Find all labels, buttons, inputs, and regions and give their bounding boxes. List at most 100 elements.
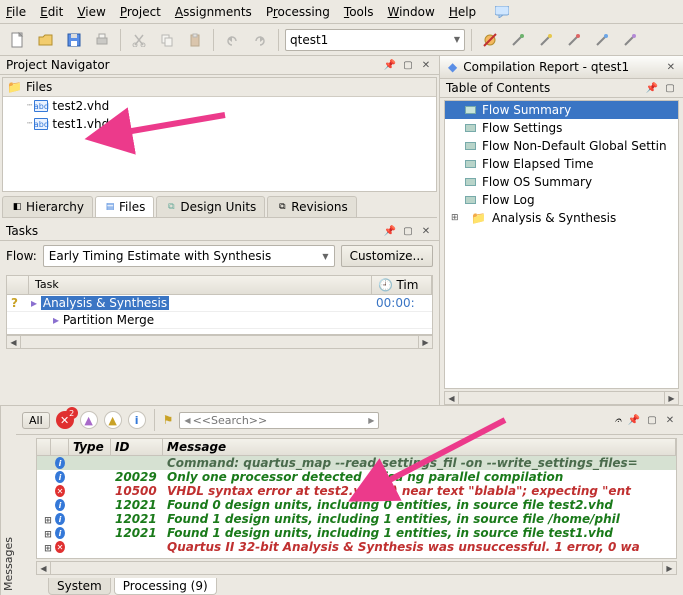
maximize-icon[interactable]: ▢ bbox=[645, 413, 659, 427]
flag-icon[interactable]: ⚑ bbox=[163, 413, 174, 427]
wand-red-icon[interactable] bbox=[562, 28, 586, 52]
flow-combo[interactable]: Early Timing Estimate with Synthesis ▼ bbox=[43, 245, 335, 267]
tab-design-units[interactable]: ⧉Design Units bbox=[156, 196, 265, 217]
tab-files[interactable]: ▤Files bbox=[95, 196, 154, 217]
scroll-right-icon[interactable]: ▶ bbox=[664, 392, 678, 404]
pin-icon[interactable]: 📌 bbox=[645, 81, 659, 95]
print-icon[interactable] bbox=[90, 28, 114, 52]
tab-hierarchy[interactable]: ◧Hierarchy bbox=[2, 196, 93, 217]
files-root[interactable]: 📁 Files bbox=[3, 78, 436, 97]
task-scrollbar[interactable]: ◀ ▶ bbox=[6, 335, 433, 349]
message-row[interactable]: iCommand: quartus_map --read_settings_fi… bbox=[37, 456, 676, 470]
cut-icon[interactable] bbox=[127, 28, 151, 52]
wand-yellow-icon[interactable] bbox=[534, 28, 558, 52]
project-selector-combo[interactable]: qtest1 ▼ bbox=[285, 29, 465, 51]
message-row[interactable]: ⊞i12021Found 1 design units, including 1… bbox=[37, 512, 676, 526]
menu-tools[interactable]: Tools bbox=[344, 5, 374, 19]
scroll-left-icon[interactable]: ◀ bbox=[7, 336, 21, 348]
message-row[interactable]: ✕10500VHDL syntax error at test2.vhd(1) … bbox=[37, 484, 676, 498]
menu-file[interactable]: File bbox=[6, 5, 26, 19]
help-bubble-icon[interactable] bbox=[490, 0, 514, 24]
pin-icon[interactable]: 📌 bbox=[383, 224, 397, 238]
col-type[interactable]: Type bbox=[69, 439, 111, 455]
save-icon[interactable] bbox=[62, 28, 86, 52]
message-row[interactable]: i20029Only one processor detected - disa… bbox=[37, 470, 676, 484]
close-icon[interactable]: ✕ bbox=[667, 62, 675, 73]
compilation-report-tab[interactable]: ◆ Compilation Report - qtest1 ✕ bbox=[440, 56, 683, 79]
messages-search-box[interactable]: ◀ ▶ bbox=[179, 412, 379, 429]
tab-revisions[interactable]: ⧉Revisions bbox=[267, 196, 356, 217]
customize-button[interactable]: Customize... bbox=[341, 245, 433, 267]
filter-info-button[interactable]: i bbox=[128, 411, 146, 429]
message-row[interactable]: ⊞✕Quartus II 32-bit Analysis & Synthesis… bbox=[37, 540, 676, 554]
menu-window[interactable]: Window bbox=[387, 5, 434, 19]
col-id[interactable]: ID bbox=[111, 439, 163, 455]
toc-flow-os[interactable]: Flow OS Summary bbox=[445, 173, 678, 191]
strike-bug-icon[interactable] bbox=[478, 28, 502, 52]
menu-project[interactable]: Project bbox=[120, 5, 161, 19]
files-icon: ▤ bbox=[104, 201, 116, 213]
toc-scrollbar[interactable]: ◀ ▶ bbox=[444, 391, 679, 405]
menu-help[interactable]: Help bbox=[449, 5, 476, 19]
filter-error-button[interactable]: ✕2 bbox=[56, 411, 74, 429]
task-row[interactable]: ? ▸ Analysis & Synthesis 00:00: bbox=[7, 295, 432, 312]
paste-icon[interactable] bbox=[183, 28, 207, 52]
copy-icon[interactable] bbox=[155, 28, 179, 52]
scroll-right-icon[interactable]: ▶ bbox=[662, 562, 676, 574]
search-next-icon[interactable]: ▶ bbox=[368, 416, 374, 425]
search-prev-icon[interactable]: ◀ bbox=[184, 416, 190, 425]
messages-scrollbar[interactable]: ◀ ▶ bbox=[36, 561, 677, 575]
toc-flow-nondefault[interactable]: Flow Non-Default Global Settin bbox=[445, 137, 678, 155]
file-row[interactable]: ┄ abd test2.vhd bbox=[3, 97, 436, 115]
pin-icon[interactable]: 📌 bbox=[627, 413, 641, 427]
menu-assignments[interactable]: Assignments bbox=[175, 5, 252, 19]
menu-edit[interactable]: Edit bbox=[40, 5, 63, 19]
filter-all-button[interactable]: All bbox=[22, 412, 50, 429]
scroll-left-icon[interactable]: ◀ bbox=[445, 392, 459, 404]
menu-bar: File Edit View Project Assignments Proce… bbox=[0, 0, 683, 24]
close-icon[interactable]: ✕ bbox=[663, 413, 677, 427]
maximize-icon[interactable]: ▢ bbox=[401, 58, 415, 72]
toc-flow-elapsed[interactable]: Flow Elapsed Time bbox=[445, 155, 678, 173]
task-col-task[interactable]: Task bbox=[29, 276, 372, 294]
files-root-label: Files bbox=[26, 80, 52, 94]
task-col-time[interactable]: 🕘 Tim bbox=[372, 276, 432, 294]
report-page-icon bbox=[465, 124, 476, 132]
message-row[interactable]: ⊞i12021Found 1 design units, including 1… bbox=[37, 526, 676, 540]
filter-critical-button[interactable]: ▲ bbox=[80, 411, 98, 429]
wand-purple-icon[interactable] bbox=[618, 28, 642, 52]
tab-system[interactable]: System bbox=[48, 578, 111, 595]
toc-flow-log[interactable]: Flow Log bbox=[445, 191, 678, 209]
tab-processing[interactable]: Processing (9) bbox=[114, 578, 217, 595]
messages-toolbar: All ✕2 ▲ ▲ i ⚑ ◀ ▶ 𝄐 📌 ▢ ✕ bbox=[16, 406, 683, 435]
open-folder-icon[interactable] bbox=[34, 28, 58, 52]
scroll-left-icon[interactable]: ◀ bbox=[37, 562, 51, 574]
task-table-header: Task 🕘 Tim bbox=[7, 276, 432, 295]
new-file-icon[interactable] bbox=[6, 28, 30, 52]
close-icon[interactable]: ✕ bbox=[419, 224, 433, 238]
task-row[interactable]: ▸ Partition Merge bbox=[7, 312, 432, 329]
find-icon[interactable]: 𝄐 bbox=[614, 413, 621, 428]
close-icon[interactable]: ✕ bbox=[419, 58, 433, 72]
message-row[interactable]: i12021Found 0 design units, including 0 … bbox=[37, 498, 676, 512]
task-col-status[interactable] bbox=[7, 276, 29, 294]
scroll-right-icon[interactable]: ▶ bbox=[418, 336, 432, 348]
menu-processing[interactable]: Processing bbox=[266, 5, 330, 19]
redo-icon[interactable] bbox=[248, 28, 272, 52]
col-message[interactable]: Message bbox=[163, 439, 676, 455]
file-row[interactable]: ┄ abd test1.vhd bbox=[3, 115, 436, 133]
menu-view[interactable]: View bbox=[77, 5, 105, 19]
filter-warning-button[interactable]: ▲ bbox=[104, 411, 122, 429]
messages-search-input[interactable] bbox=[193, 414, 367, 427]
toc-flow-summary[interactable]: Flow Summary bbox=[445, 101, 678, 119]
toc-flow-settings[interactable]: Flow Settings bbox=[445, 119, 678, 137]
wand-blue-icon[interactable] bbox=[590, 28, 614, 52]
undo-icon[interactable] bbox=[220, 28, 244, 52]
toc-analysis-synthesis[interactable]: ⊞📁Analysis & Synthesis bbox=[445, 209, 678, 227]
pin-icon[interactable]: 📌 bbox=[383, 58, 397, 72]
task-label: Analysis & Synthesis bbox=[41, 296, 169, 310]
maximize-icon[interactable]: ▢ bbox=[401, 224, 415, 238]
maximize-icon[interactable]: ▢ bbox=[663, 81, 677, 95]
wand-green-icon[interactable] bbox=[506, 28, 530, 52]
toolbar-separator bbox=[120, 29, 121, 51]
